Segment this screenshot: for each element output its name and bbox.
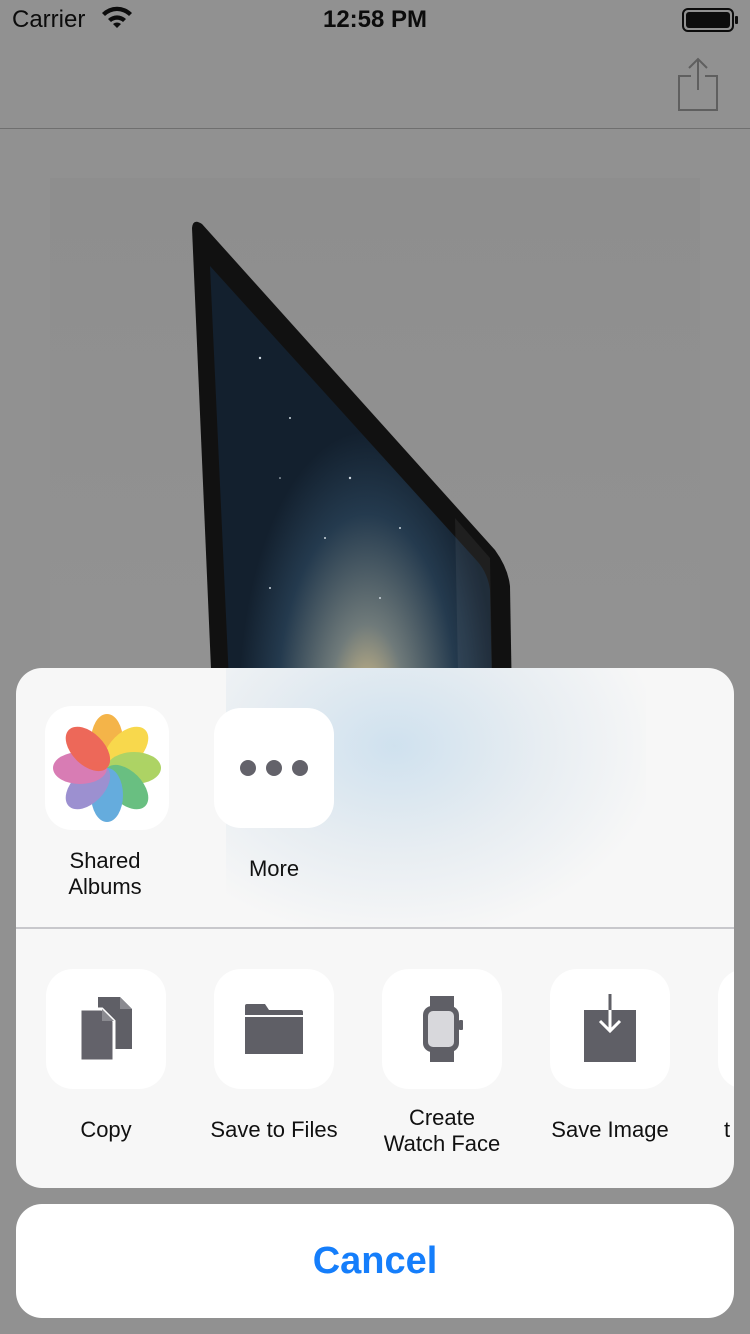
share-icon[interactable] bbox=[676, 56, 720, 112]
action-save-image[interactable]: Save Image bbox=[550, 969, 670, 1143]
battery-icon bbox=[682, 8, 738, 32]
more-icon bbox=[214, 708, 334, 828]
share-target-shared-albums[interactable]: Shared Albums bbox=[45, 706, 169, 900]
save-image-icon bbox=[550, 969, 670, 1089]
status-bar: Carrier 12:58 PM bbox=[0, 0, 750, 40]
status-time: 12:58 PM bbox=[322, 6, 428, 33]
partial-icon bbox=[718, 969, 734, 1089]
photos-icon bbox=[45, 706, 169, 830]
folder-icon bbox=[214, 969, 334, 1089]
action-label: Create Watch Face bbox=[383, 1105, 501, 1156]
action-create-watch-face[interactable]: Create Watch Face bbox=[382, 969, 502, 1157]
action-save-to-files[interactable]: Save to Files bbox=[210, 969, 338, 1143]
action-partial[interactable]: t bbox=[718, 969, 734, 1143]
share-target-label: Shared Albums bbox=[68, 848, 142, 899]
share-target-more[interactable]: More bbox=[214, 708, 334, 882]
sheet-divider bbox=[16, 927, 734, 929]
share-sheet: Shared Albums More Copy Save to Files Cr… bbox=[16, 668, 734, 1188]
action-copy[interactable]: Copy bbox=[46, 969, 166, 1143]
share-target-label: More bbox=[248, 856, 300, 881]
action-label: Copy bbox=[80, 1117, 132, 1142]
watch-icon bbox=[382, 969, 502, 1089]
navigation-bar bbox=[0, 40, 750, 129]
action-label: t bbox=[724, 1117, 731, 1142]
cancel-button[interactable]: Cancel bbox=[16, 1204, 734, 1318]
action-label: Save to Files bbox=[210, 1117, 338, 1142]
copy-icon bbox=[46, 969, 166, 1089]
action-label: Save Image bbox=[551, 1117, 669, 1142]
